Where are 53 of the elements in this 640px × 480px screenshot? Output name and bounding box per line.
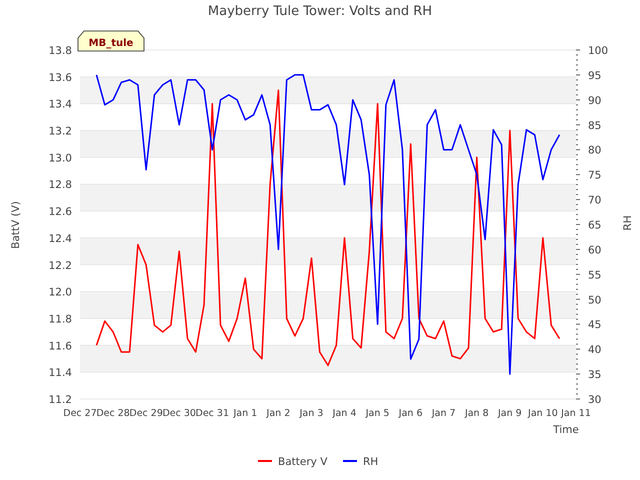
tick-label: Jan 10 [528,408,558,419]
badge-label: MB_tule [88,38,134,49]
tick-label: 13.8 [48,45,72,57]
tick-label: 65 [588,220,602,232]
tick-label: Dec 30 [162,408,196,419]
tick-label: 40 [588,344,602,356]
tick-label: 11.4 [48,367,72,380]
tick-label: Dec 28 [96,408,130,419]
legend-label: Battery V [278,456,328,468]
axis-label: RH [622,215,634,231]
tick-label: 12.6 [48,206,72,218]
tick-label: 60 [588,244,602,256]
tick-label: 70 [588,194,602,207]
tick-label: 12.8 [48,179,72,192]
chart-title: Mayberry Tule Tower: Volts and RH [208,4,432,19]
tick-label: 12.4 [48,232,72,245]
tick-label: 75 [588,170,602,182]
tick-label: 45 [588,319,602,332]
tick-label: 13.0 [48,152,72,164]
tick-label: 85 [588,120,602,132]
tick-label: Jan 5 [366,408,390,419]
axis-label: BattV (V) [10,201,22,249]
tick-label: 30 [588,394,602,406]
badge-background [78,30,144,52]
tick-label: 11.8 [48,313,72,326]
tick-label: Jan 6 [398,408,423,419]
tick-label: 11.2 [48,394,72,406]
tick-label: Jan 11 [561,408,591,419]
tick-label: 12.0 [48,286,72,299]
tick-label: 95 [588,70,602,82]
tick-label: 12.2 [48,260,72,272]
tick-label: Dec 27 [63,408,97,419]
tick-label: 11.6 [48,340,72,352]
tick-label: Jan 1 [233,408,258,419]
tick-label: Jan 9 [498,408,522,419]
tick-label: 50 [588,294,602,306]
tick-label: 13.4 [48,98,72,111]
tick-label: 55 [588,269,602,282]
tick-label: Jan 2 [266,408,290,419]
tick-label: Jan 4 [332,408,356,419]
tick-label: Dec 31 [196,408,230,419]
tick-label: Jan 3 [300,408,324,419]
tick-label: 80 [588,144,602,157]
legend-label: RH [363,456,378,468]
tick-label: Jan 7 [432,408,456,419]
tick-label: 13.2 [48,126,72,138]
tick-label: 100 [588,45,608,57]
tick-label: Jan 8 [464,408,489,419]
tick-label: 90 [588,94,602,107]
axis-label: Time [553,424,579,436]
tick-label: 35 [588,369,602,382]
tick-label: Dec 29 [129,408,163,419]
tick-label: 13.6 [48,72,72,84]
